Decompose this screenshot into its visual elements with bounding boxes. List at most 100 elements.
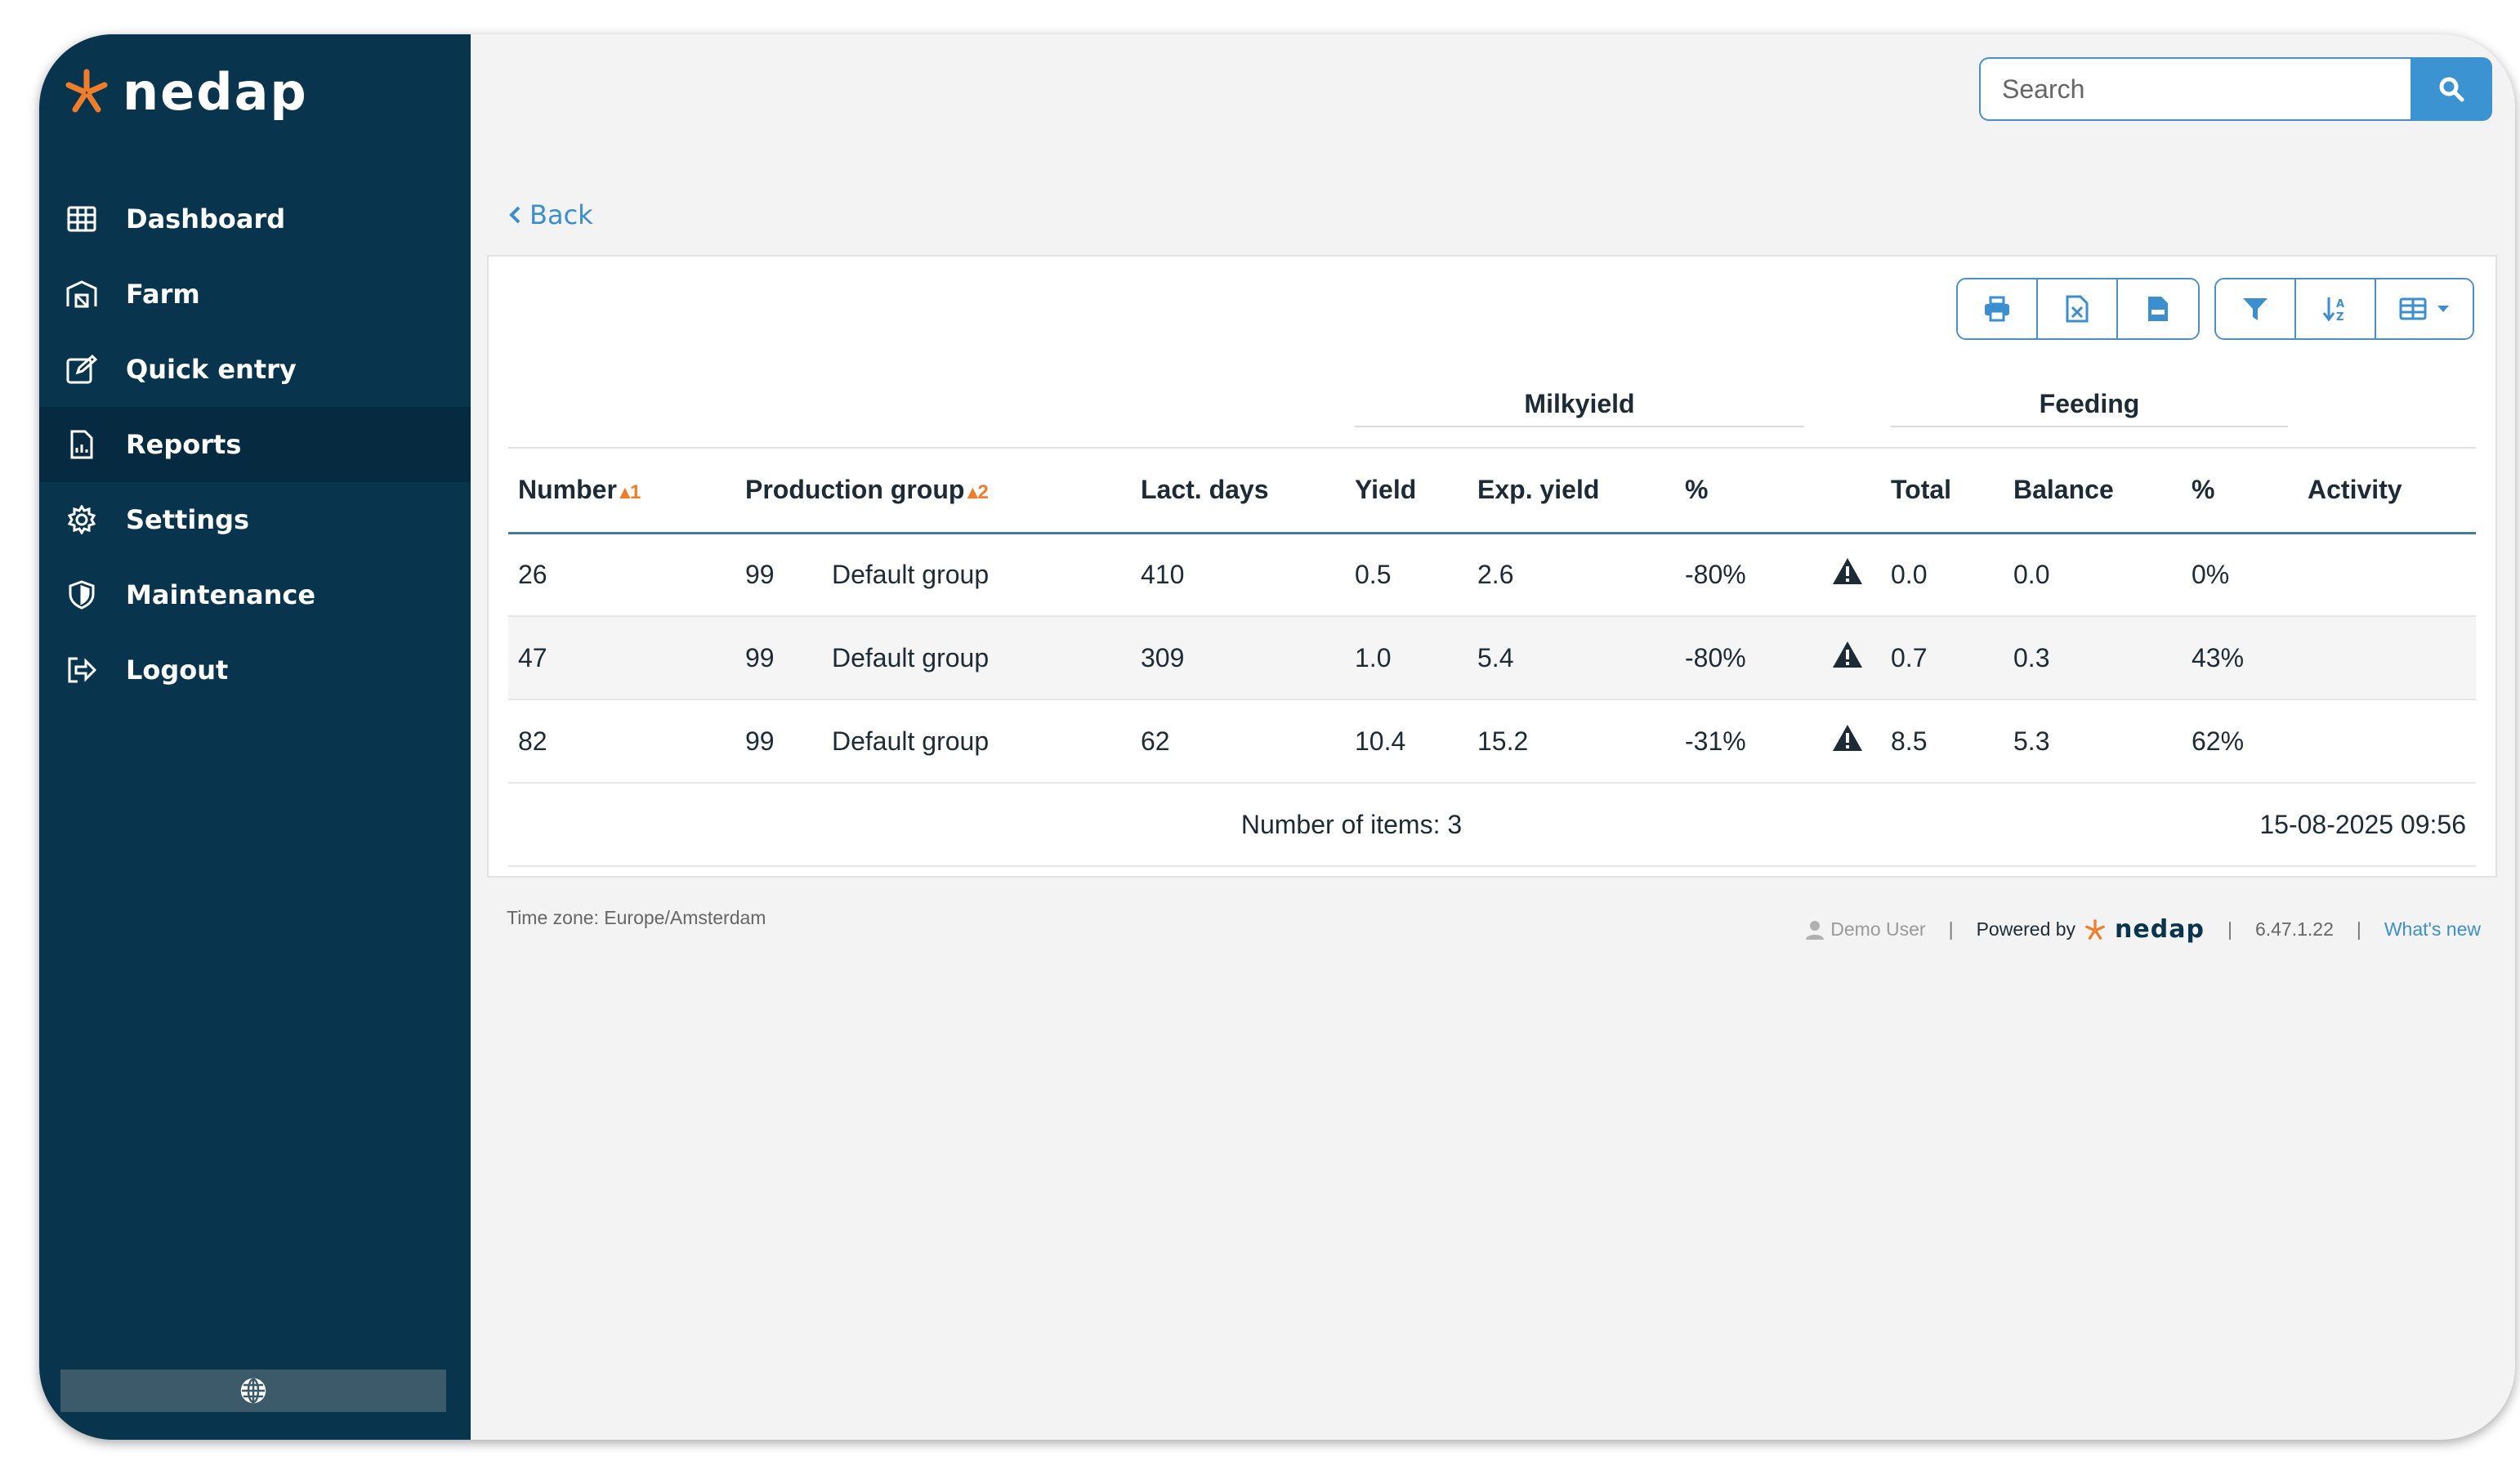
header-total[interactable]: Total	[1881, 447, 2004, 534]
main-content: Back	[471, 34, 2515, 1440]
warning-icon	[1833, 725, 1862, 751]
cell-exp-yield: 5.4	[1468, 616, 1675, 700]
filter-icon	[2243, 298, 2268, 320]
chevron-left-icon	[509, 206, 521, 224]
brand-name: nedap	[123, 61, 308, 122]
header-feed-percent[interactable]: %	[2182, 447, 2298, 534]
cell-lact-days: 309	[1131, 616, 1345, 700]
cell-milk-percent: -80%	[1675, 533, 1814, 617]
sidebar-item-logout[interactable]: Logout	[39, 632, 471, 708]
cell-activity	[2298, 699, 2476, 784]
cell-group-name: Default group	[822, 616, 1131, 700]
separator: |	[2227, 918, 2232, 940]
export-button-group	[1956, 278, 2200, 340]
sidebar-item-label: Dashboard	[126, 203, 286, 235]
user-icon	[1806, 920, 1825, 940]
header-milk-percent[interactable]: %	[1675, 447, 1814, 534]
feeding-group-header: Feeding	[1881, 369, 2298, 448]
milkyield-group-header: Milkyield	[1345, 369, 1814, 448]
report-table: Milkyield Feeding Number ▴1 Production gr…	[508, 369, 2476, 867]
header-number[interactable]: Number ▴1	[508, 447, 735, 534]
header-production-group[interactable]: Production group ▴2	[735, 447, 1131, 534]
svg-text:Z: Z	[2336, 311, 2344, 323]
sidebar-item-label: Reports	[126, 429, 242, 460]
sidebar-item-label: Logout	[126, 655, 229, 686]
cell-milk-percent: -31%	[1675, 699, 1814, 784]
cell-balance: 5.3	[2004, 699, 2182, 784]
table-footer-row: Number of items: 3 15-08-2025 09:56	[508, 783, 2476, 867]
cell-group-name: Default group	[822, 533, 1131, 617]
header-balance[interactable]: Balance	[2004, 447, 2182, 534]
barn-icon	[65, 278, 98, 311]
nedap-logo[interactable]: nedap	[62, 59, 308, 124]
current-user[interactable]: Demo User	[1806, 918, 1926, 940]
columns-icon	[2399, 297, 2427, 320]
cell-lact-days: 410	[1131, 533, 1345, 617]
separator: |	[2356, 918, 2361, 940]
cell-number[interactable]: 47	[508, 616, 735, 700]
cell-exp-yield: 15.2	[1468, 699, 1675, 784]
sidebar-nav: Dashboard Farm Quick entry Reports Setti…	[39, 181, 471, 708]
cell-balance: 0.0	[2004, 533, 2182, 617]
caret-down-icon	[2437, 306, 2449, 312]
search-button[interactable]	[2411, 57, 2492, 121]
back-label: Back	[529, 199, 593, 230]
whats-new-link[interactable]: What's new	[2384, 918, 2481, 940]
sort-icon: AZ	[2322, 297, 2344, 323]
cell-group-id: 99	[735, 699, 822, 784]
sidebar-item-maintenance[interactable]: Maintenance	[39, 557, 471, 632]
item-count: Number of items: 3	[822, 783, 1881, 867]
timezone-label: Time zone: Europe/Amsterdam	[507, 907, 766, 928]
edit-icon	[65, 353, 98, 386]
warning-icon	[1833, 558, 1862, 585]
header-yield[interactable]: Yield	[1345, 447, 1468, 534]
sidebar-item-reports[interactable]: Reports	[39, 407, 471, 482]
sort-button[interactable]: AZ	[2296, 279, 2376, 338]
table-row[interactable]: 47 99 Default group 309 1.0 5.4 -80% 0.7…	[508, 616, 2476, 700]
language-button[interactable]	[60, 1369, 446, 1412]
cell-number[interactable]: 82	[508, 699, 735, 784]
csv-icon	[2148, 297, 2168, 321]
sort-asc-indicator: ▴2	[967, 481, 989, 504]
footer-info: Demo User | Powered by nedap | 6.47.1.22…	[1806, 915, 2481, 944]
cell-total: 0.0	[1881, 533, 2004, 617]
cell-warning	[1814, 699, 1881, 784]
report-panel: AZ Milkyield Feeding Number ▴1 Productio…	[487, 255, 2497, 878]
search-icon	[2439, 77, 2464, 102]
table-row[interactable]: 26 99 Default group 410 0.5 2.6 -80% 0.0…	[508, 533, 2476, 617]
sidebar-item-label: Settings	[126, 504, 250, 535]
sidebar: nedap Dashboard Farm Quick entry Reports…	[39, 34, 471, 1440]
cell-yield: 10.4	[1345, 699, 1468, 784]
header-lact-days[interactable]: Lact. days	[1131, 447, 1345, 534]
filter-button[interactable]	[2216, 279, 2296, 338]
print-button[interactable]	[1958, 279, 2038, 338]
sidebar-item-quick-entry[interactable]: Quick entry	[39, 332, 471, 407]
cell-group-name: Default group	[822, 699, 1131, 784]
cell-yield: 0.5	[1345, 533, 1468, 617]
back-link[interactable]: Back	[508, 199, 593, 230]
app-window: nedap Dashboard Farm Quick entry Reports…	[39, 34, 2515, 1440]
cell-exp-yield: 2.6	[1468, 533, 1675, 617]
cell-feed-percent: 62%	[2182, 699, 2298, 784]
powered-brand: nedap	[2115, 915, 2205, 944]
app-version: 6.47.1.22	[2254, 918, 2334, 940]
search-bar	[1979, 57, 2492, 121]
warning-icon	[1833, 641, 1862, 668]
column-header-row: Number ▴1 Production group ▴2 Lact. days Y…	[508, 447, 2476, 534]
sidebar-item-farm[interactable]: Farm	[39, 257, 471, 332]
cell-number[interactable]: 26	[508, 533, 735, 617]
header-exp-yield[interactable]: Exp. yield	[1468, 447, 1675, 534]
sidebar-item-dashboard[interactable]: Dashboard	[39, 181, 471, 257]
sidebar-item-settings[interactable]: Settings	[39, 482, 471, 557]
globe-icon	[240, 1378, 266, 1404]
nedap-star-icon	[2085, 918, 2105, 940]
cell-yield: 1.0	[1345, 616, 1468, 700]
header-activity[interactable]: Activity	[2298, 447, 2476, 534]
export-excel-button[interactable]	[2038, 279, 2118, 338]
table-row[interactable]: 82 99 Default group 62 10.4 15.2 -31% 8.…	[508, 699, 2476, 784]
sidebar-item-label: Farm	[126, 279, 200, 310]
print-icon	[1985, 296, 2009, 322]
export-csv-button[interactable]	[2118, 279, 2198, 338]
search-input[interactable]	[1979, 57, 2411, 121]
columns-dropdown-button[interactable]	[2376, 279, 2473, 338]
